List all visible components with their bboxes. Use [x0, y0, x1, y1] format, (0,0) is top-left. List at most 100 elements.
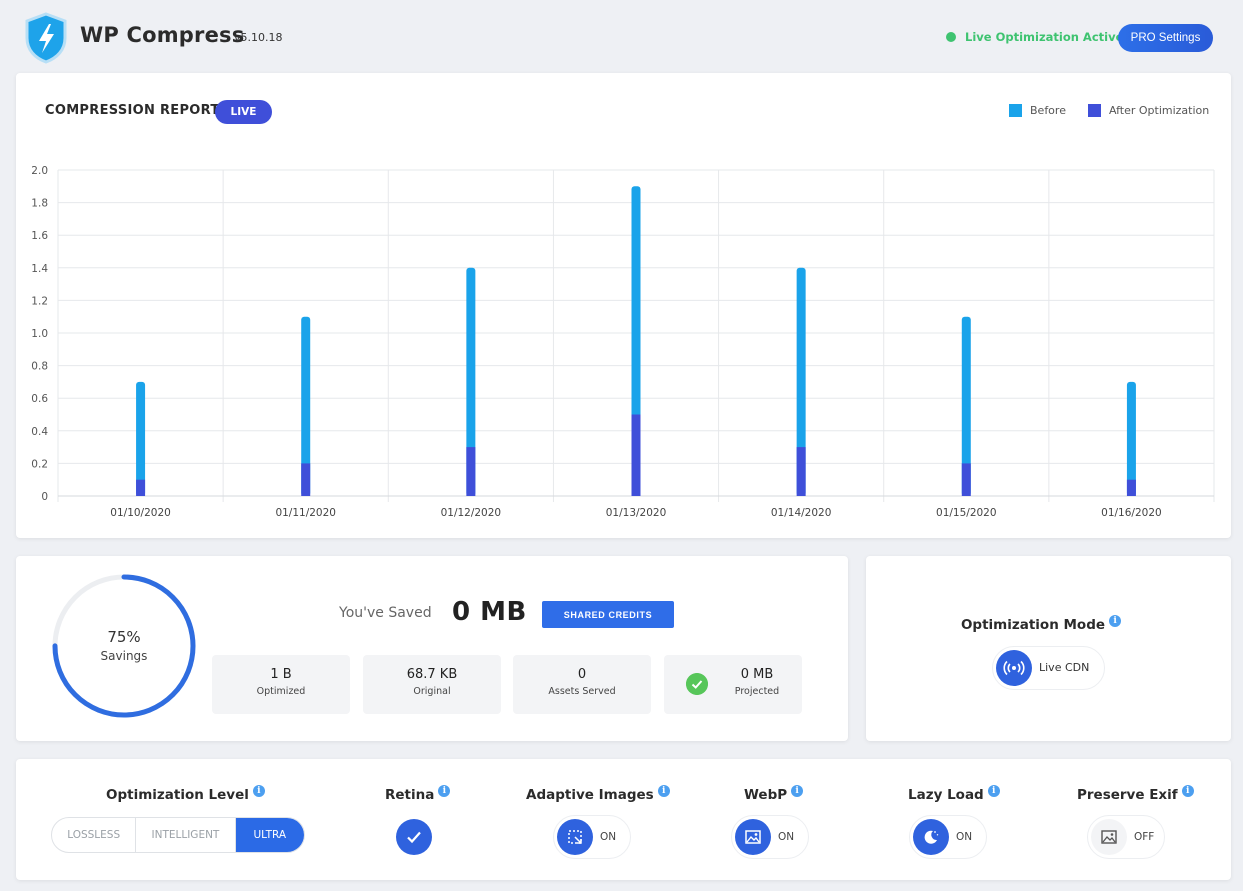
- webp-toggle[interactable]: ON: [731, 815, 809, 859]
- saved-value: 0 MB: [452, 597, 527, 627]
- stat-label: Assets Served: [548, 686, 616, 697]
- resize-image-icon: [557, 819, 593, 855]
- y-tick-label: 1.2: [31, 295, 48, 307]
- moon-icon: [913, 819, 949, 855]
- bar-after: [301, 463, 311, 496]
- compression-bar-chart: 2.0 1.8 1.6 1.4 1.2 1.0 0.8 0.6 0.4 0.2 0 01/10/202…: [31, 165, 1215, 518]
- live-badge[interactable]: LIVE: [215, 100, 272, 124]
- info-icon[interactable]: [438, 785, 451, 797]
- preserve-exif-label: Preserve Exif: [1077, 787, 1178, 803]
- optimization-level-title: Optimization Level: [106, 785, 265, 803]
- savings-ring: [52, 574, 196, 718]
- stat-label: Optimized: [256, 686, 306, 697]
- level-intelligent[interactable]: INTELLIGENT: [136, 818, 236, 852]
- stat-assets-served: 0 Assets Served: [513, 655, 651, 714]
- optimization-mode-label: Optimization Mode: [960, 617, 1106, 633]
- x-tick-label: 01/14/2020: [771, 507, 832, 518]
- savings-label: Savings: [100, 649, 148, 663]
- level-ultra[interactable]: ULTRA: [235, 818, 304, 852]
- bar-after: [136, 479, 146, 496]
- live-status-label: Live Optimization Active: [965, 30, 1124, 44]
- stat-original: 68.7 KB Original: [363, 655, 501, 714]
- top-header: WP Compress v5.10.18 Live Optimization A…: [0, 0, 1243, 74]
- shared-credits-button[interactable]: SHARED CREDITS: [542, 601, 674, 628]
- adaptive-images-state: ON: [600, 831, 617, 843]
- lazy-load-label: Lazy Load: [908, 787, 984, 803]
- stat-projected: 0 MB Projected: [664, 655, 802, 714]
- live-cdn-toggle[interactable]: Live CDN: [992, 646, 1105, 690]
- status-dot-icon: [946, 32, 956, 42]
- y-tick-label: 1.4: [31, 263, 48, 275]
- x-tick-label: 01/15/2020: [936, 507, 997, 518]
- live-optimization-status: Live Optimization Active: [946, 30, 1123, 44]
- preserve-exif-state: OFF: [1134, 831, 1155, 843]
- optimization-level-selector: LOSSLESS INTELLIGENT ULTRA: [51, 817, 305, 853]
- info-icon[interactable]: [1181, 785, 1194, 797]
- settings-card: Optimization Level LOSSLESS INTELLIGENT …: [16, 759, 1231, 880]
- bar-after: [796, 447, 806, 496]
- stat-label: Original: [413, 686, 451, 697]
- legend-after-label: After Optimization: [1108, 104, 1210, 117]
- legend-before[interactable]: Before: [1009, 104, 1066, 117]
- preserve-exif-toggle[interactable]: OFF: [1087, 815, 1165, 859]
- stat-value: 0: [577, 667, 587, 682]
- bar-before: [1126, 381, 1136, 496]
- y-tick-label: 0.2: [31, 458, 48, 470]
- bar-after: [631, 414, 641, 496]
- optimization-mode-card: Optimization Mode Live CDN: [866, 556, 1231, 741]
- live-cdn-label: Live CDN: [1039, 661, 1090, 674]
- lazy-load-title: Lazy Load: [908, 785, 1000, 803]
- x-tick-label: 01/12/2020: [441, 507, 502, 518]
- version-label: v5.10.18: [234, 31, 283, 44]
- y-tick-label: 0.6: [31, 393, 48, 405]
- x-tick-label: 01/13/2020: [606, 507, 667, 518]
- y-tick-label: 1.6: [31, 230, 48, 242]
- adaptive-images-toggle[interactable]: ON: [553, 815, 631, 859]
- level-lossless[interactable]: LOSSLESS: [52, 818, 137, 852]
- stat-label: Projected: [734, 686, 780, 697]
- check-circle-icon: [686, 673, 708, 695]
- preserve-exif-title: Preserve Exif: [1077, 785, 1194, 803]
- y-tick-label: 0.4: [31, 426, 48, 438]
- y-tick-label: 0: [41, 491, 48, 503]
- webp-label: WebP: [744, 787, 788, 803]
- optimization-level-label: Optimization Level: [106, 787, 249, 803]
- y-tick-label: 0.8: [31, 361, 48, 373]
- stat-value: 1 B: [270, 667, 292, 682]
- info-icon[interactable]: [657, 785, 670, 797]
- report-title: COMPRESSION REPORT: [45, 103, 220, 118]
- stat-optimized: 1 B Optimized: [212, 655, 350, 714]
- y-tick-label: 2.0: [31, 165, 48, 177]
- image-icon: [1091, 819, 1127, 855]
- info-icon[interactable]: [987, 785, 1000, 797]
- saved-label: You've Saved: [339, 605, 432, 621]
- webp-state: ON: [778, 831, 795, 843]
- x-tick-label: 01/11/2020: [275, 507, 336, 518]
- lazy-load-toggle[interactable]: ON: [909, 815, 987, 859]
- info-icon[interactable]: [1109, 615, 1122, 627]
- adaptive-images-title: Adaptive Images: [526, 785, 670, 803]
- info-icon[interactable]: [791, 785, 804, 797]
- stat-value: 68.7 KB: [406, 667, 458, 682]
- bar-after: [1126, 479, 1136, 496]
- y-tick-label: 1.0: [31, 328, 48, 340]
- x-tick-label: 01/16/2020: [1101, 507, 1162, 518]
- y-tick-label: 1.8: [31, 198, 48, 210]
- webp-title: WebP: [744, 785, 804, 803]
- legend-after-swatch: [1087, 104, 1101, 117]
- retina-title: Retina: [385, 785, 451, 803]
- checkmark-icon: [407, 831, 421, 844]
- bar-after: [961, 463, 971, 496]
- legend-after[interactable]: After Optimization: [1087, 104, 1210, 117]
- x-tick-label: 01/10/2020: [110, 507, 171, 518]
- savings-percent: 75%: [107, 628, 141, 646]
- brand-name: WP Compress: [80, 23, 245, 47]
- wp-compress-logo-icon: [25, 12, 67, 64]
- stat-value: 0 MB: [740, 667, 774, 682]
- pro-settings-button[interactable]: PRO Settings: [1118, 24, 1213, 52]
- info-icon[interactable]: [252, 785, 265, 797]
- chart-legend: Before After Optimization: [1009, 104, 1209, 117]
- retina-toggle[interactable]: [396, 819, 432, 855]
- compression-report-card: COMPRESSION REPORT LIVE Before After Opt…: [16, 73, 1231, 538]
- legend-before-label: Before: [1030, 104, 1066, 117]
